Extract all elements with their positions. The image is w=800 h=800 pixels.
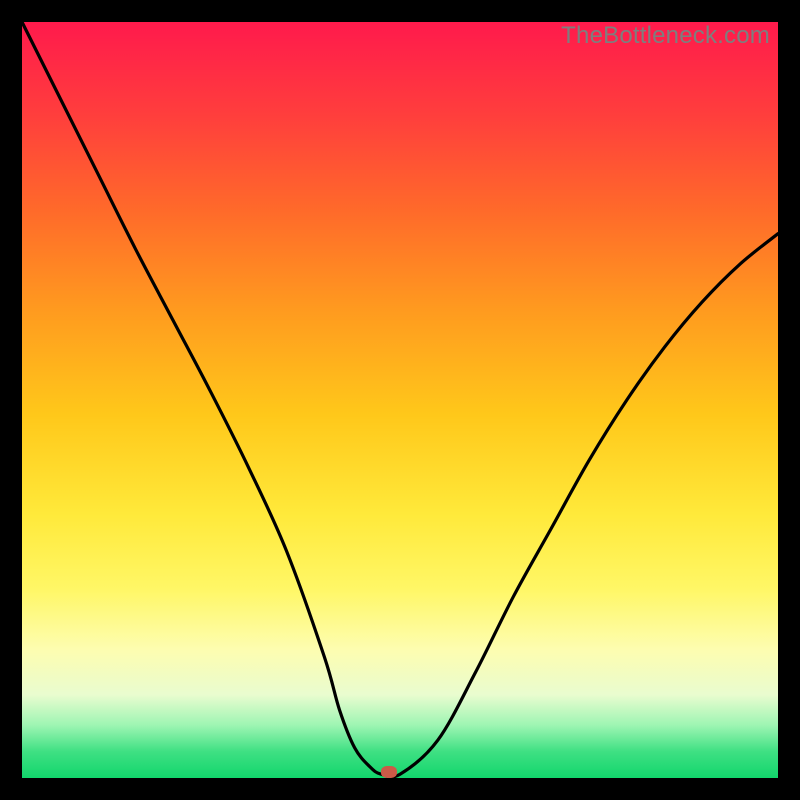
plot-area: TheBottleneck.com xyxy=(22,22,778,778)
bottleneck-curve xyxy=(22,22,778,778)
minimum-marker-icon xyxy=(381,766,397,778)
chart-frame: TheBottleneck.com xyxy=(0,0,800,800)
